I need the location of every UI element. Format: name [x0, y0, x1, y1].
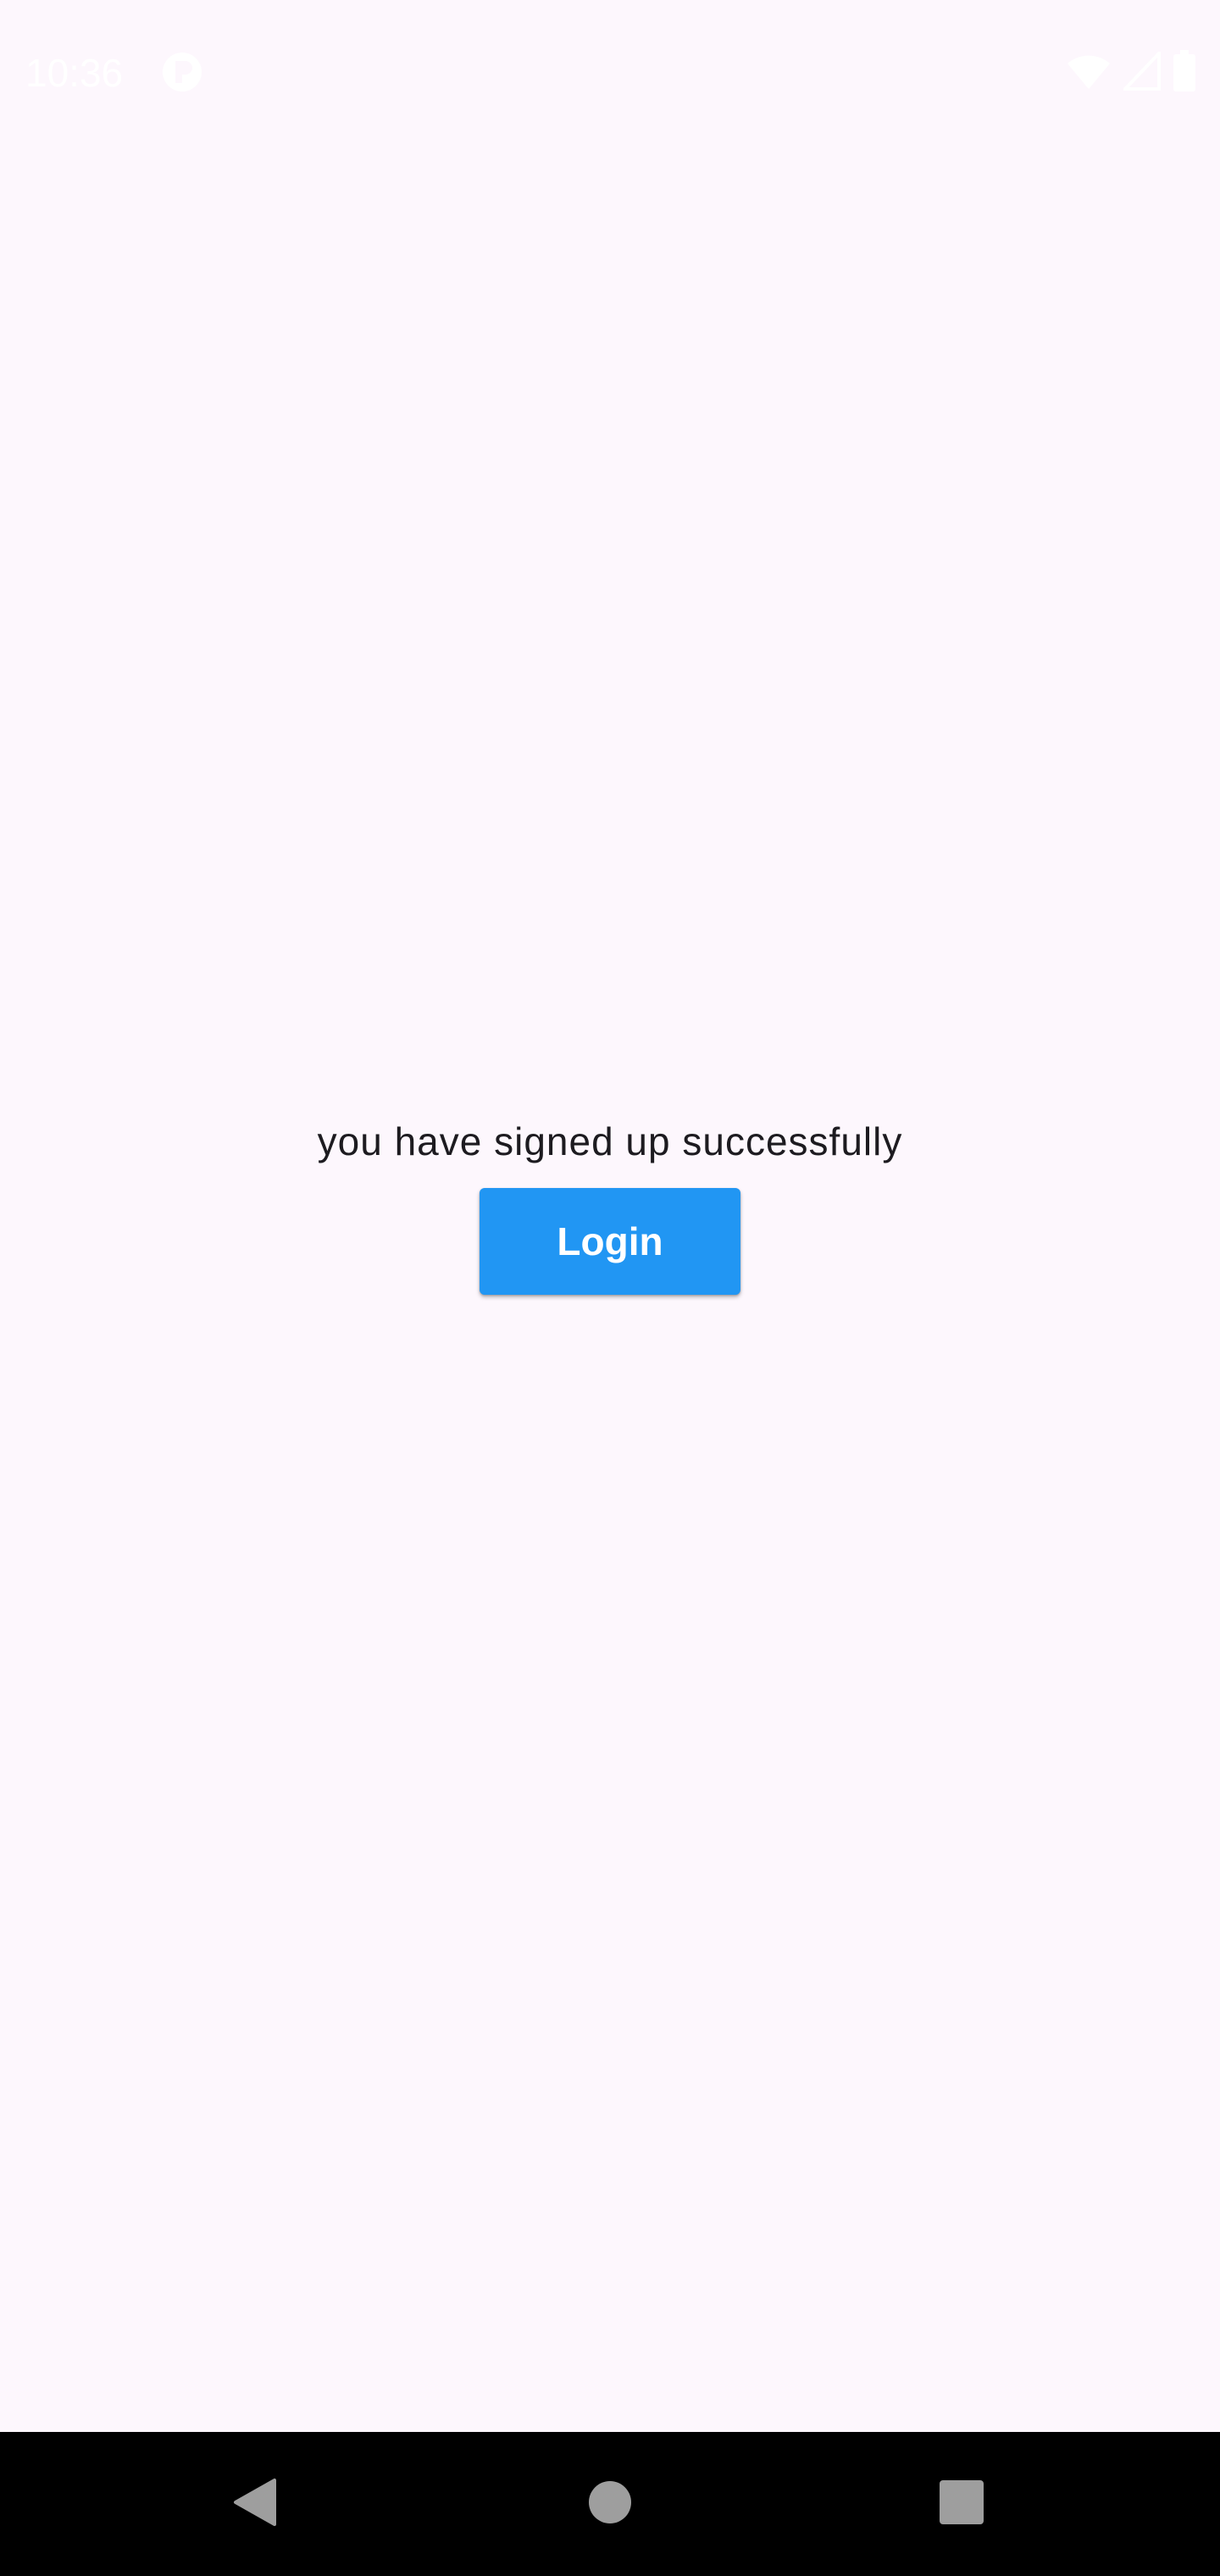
status-time: 10:36 [25, 51, 124, 95]
signal-icon [1121, 48, 1161, 95]
home-button[interactable] [538, 2432, 682, 2576]
screen: 10:36 you have signed up successfully Lo… [0, 0, 1220, 2576]
navigation-bar [0, 2432, 1220, 2576]
app-notification-icon [161, 51, 203, 93]
battery-icon [1173, 49, 1196, 97]
recents-button[interactable] [890, 2432, 1034, 2576]
login-button[interactable]: Login [480, 1188, 740, 1295]
wifi-icon [1066, 52, 1112, 95]
success-content: you have signed up successfully Login [0, 1110, 1220, 1295]
success-message: you have signed up successfully [317, 1119, 903, 1163]
back-button[interactable] [182, 2432, 326, 2576]
home-icon [587, 2479, 633, 2529]
back-icon [230, 2477, 278, 2532]
status-bar: 10:36 [0, 0, 1220, 144]
recents-icon [938, 2479, 985, 2530]
status-icons [1066, 48, 1196, 97]
